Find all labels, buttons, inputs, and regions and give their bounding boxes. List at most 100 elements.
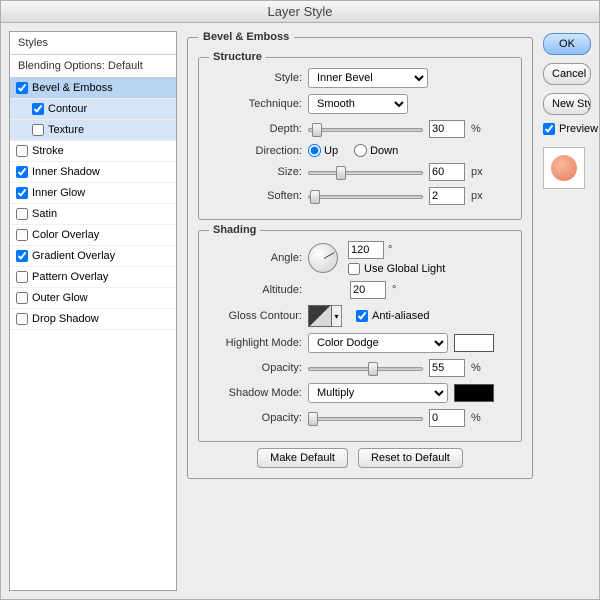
structure-legend: Structure — [209, 51, 266, 63]
highlight-opacity-label: Opacity: — [207, 362, 302, 374]
ok-button[interactable]: OK — [543, 33, 591, 55]
sidebar-item-label: Inner Glow — [32, 187, 85, 199]
sidebar-header-styles[interactable]: Styles — [10, 32, 176, 55]
sidebar-item-label: Contour — [48, 103, 87, 115]
direction-label: Direction: — [207, 145, 302, 157]
main-panel: Bevel & Emboss Structure Style: Inner Be… — [187, 31, 533, 591]
altitude-input[interactable] — [350, 281, 386, 299]
size-unit: px — [471, 166, 483, 178]
angle-unit: ° — [388, 244, 392, 256]
direction-down-radio[interactable]: Down — [354, 144, 398, 157]
size-label: Size: — [207, 166, 302, 178]
styles-sidebar: Styles Blending Options: Default Bevel &… — [9, 31, 177, 591]
preview-swatch — [551, 155, 577, 181]
sidebar-checkbox[interactable] — [16, 229, 28, 241]
sidebar-item-label: Pattern Overlay — [32, 271, 108, 283]
sidebar-checkbox[interactable] — [16, 208, 28, 220]
sidebar-item-stroke[interactable]: Stroke — [10, 141, 176, 162]
depth-input[interactable] — [429, 120, 465, 138]
gloss-contour-swatch[interactable] — [308, 305, 332, 327]
depth-slider[interactable] — [308, 122, 423, 136]
content: Styles Blending Options: Default Bevel &… — [1, 23, 599, 599]
size-input[interactable] — [429, 163, 465, 181]
bevel-emboss-group: Bevel & Emboss Structure Style: Inner Be… — [187, 31, 533, 479]
shadow-mode-select[interactable]: Multiply — [308, 383, 448, 403]
sidebar-header-blending[interactable]: Blending Options: Default — [10, 55, 176, 78]
global-light-checkbox[interactable]: Use Global Light — [348, 263, 445, 275]
shadow-mode-label: Shadow Mode: — [207, 387, 302, 399]
sidebar-item-color-overlay[interactable]: Color Overlay — [10, 225, 176, 246]
depth-unit: % — [471, 123, 481, 135]
technique-label: Technique: — [207, 98, 302, 110]
sidebar-item-label: Gradient Overlay — [32, 250, 115, 262]
size-slider[interactable] — [308, 165, 423, 179]
highlight-mode-select[interactable]: Color Dodge — [308, 333, 448, 353]
shading-group: Shading Angle: ° Use Global Light — [198, 230, 522, 442]
sidebar-checkbox[interactable] — [16, 271, 28, 283]
sidebar-checkbox[interactable] — [16, 187, 28, 199]
angle-label: Angle: — [207, 252, 302, 264]
soften-unit: px — [471, 190, 483, 202]
anti-aliased-checkbox[interactable]: Anti-aliased — [356, 310, 429, 322]
altitude-label: Altitude: — [207, 284, 302, 296]
gloss-contour-label: Gloss Contour: — [207, 310, 302, 322]
sidebar-checkbox[interactable] — [32, 103, 44, 115]
style-select[interactable]: Inner Bevel — [308, 68, 428, 88]
sidebar-item-label: Drop Shadow — [32, 313, 99, 325]
bevel-emboss-legend: Bevel & Emboss — [198, 31, 294, 43]
shadow-opacity-unit: % — [471, 412, 481, 424]
sidebar-item-label: Outer Glow — [32, 292, 88, 304]
cancel-button[interactable]: Cancel — [543, 63, 591, 85]
sidebar-item-satin[interactable]: Satin — [10, 204, 176, 225]
shadow-color-swatch[interactable] — [454, 384, 494, 402]
shadow-opacity-input[interactable] — [429, 409, 465, 427]
sidebar-item-outer-glow[interactable]: Outer Glow — [10, 288, 176, 309]
sidebar-checkbox[interactable] — [16, 250, 28, 262]
sidebar-item-inner-glow[interactable]: Inner Glow — [10, 183, 176, 204]
technique-select[interactable]: Smooth — [308, 94, 408, 114]
preview-checkbox[interactable]: Preview — [543, 123, 591, 135]
shadow-opacity-slider[interactable] — [308, 411, 423, 425]
make-default-button[interactable]: Make Default — [257, 448, 348, 468]
sidebar-item-texture[interactable]: Texture — [10, 120, 176, 141]
style-label: Style: — [207, 72, 302, 84]
sidebar-item-inner-shadow[interactable]: Inner Shadow — [10, 162, 176, 183]
sidebar-item-label: Bevel & Emboss — [32, 82, 113, 94]
sidebar-checkbox[interactable] — [16, 166, 28, 178]
highlight-mode-label: Highlight Mode: — [207, 337, 302, 349]
angle-input[interactable] — [348, 241, 384, 259]
sidebar-checkbox[interactable] — [16, 145, 28, 157]
sidebar-item-drop-shadow[interactable]: Drop Shadow — [10, 309, 176, 330]
depth-label: Depth: — [207, 123, 302, 135]
direction-up-radio[interactable]: Up — [308, 144, 338, 157]
layer-style-window: Layer Style Styles Blending Options: Def… — [0, 0, 600, 600]
sidebar-item-bevel-emboss[interactable]: Bevel & Emboss — [10, 78, 176, 99]
gloss-contour-dropdown-icon[interactable]: ▾ — [332, 305, 342, 327]
altitude-unit: ° — [392, 284, 396, 296]
highlight-opacity-slider[interactable] — [308, 361, 423, 375]
soften-slider[interactable] — [308, 189, 423, 203]
sidebar-item-label: Inner Shadow — [32, 166, 100, 178]
highlight-opacity-unit: % — [471, 362, 481, 374]
structure-group: Structure Style: Inner Bevel Technique: … — [198, 57, 522, 220]
sidebar-item-label: Color Overlay — [32, 229, 99, 241]
new-style-button[interactable]: New Style... — [543, 93, 591, 115]
sidebar-item-contour[interactable]: Contour — [10, 99, 176, 120]
sidebar-item-gradient-overlay[interactable]: Gradient Overlay — [10, 246, 176, 267]
highlight-opacity-input[interactable] — [429, 359, 465, 377]
sidebar-checkbox[interactable] — [32, 124, 44, 136]
shading-legend: Shading — [209, 224, 260, 236]
sidebar-item-label: Satin — [32, 208, 57, 220]
sidebar-item-label: Texture — [48, 124, 84, 136]
soften-label: Soften: — [207, 190, 302, 202]
sidebar-checkbox[interactable] — [16, 292, 28, 304]
sidebar-item-label: Stroke — [32, 145, 64, 157]
sidebar-checkbox[interactable] — [16, 313, 28, 325]
angle-dial[interactable] — [308, 243, 338, 273]
sidebar-item-pattern-overlay[interactable]: Pattern Overlay — [10, 267, 176, 288]
soften-input[interactable] — [429, 187, 465, 205]
highlight-color-swatch[interactable] — [454, 334, 494, 352]
shadow-opacity-label: Opacity: — [207, 412, 302, 424]
reset-default-button[interactable]: Reset to Default — [358, 448, 463, 468]
sidebar-checkbox[interactable] — [16, 82, 28, 94]
